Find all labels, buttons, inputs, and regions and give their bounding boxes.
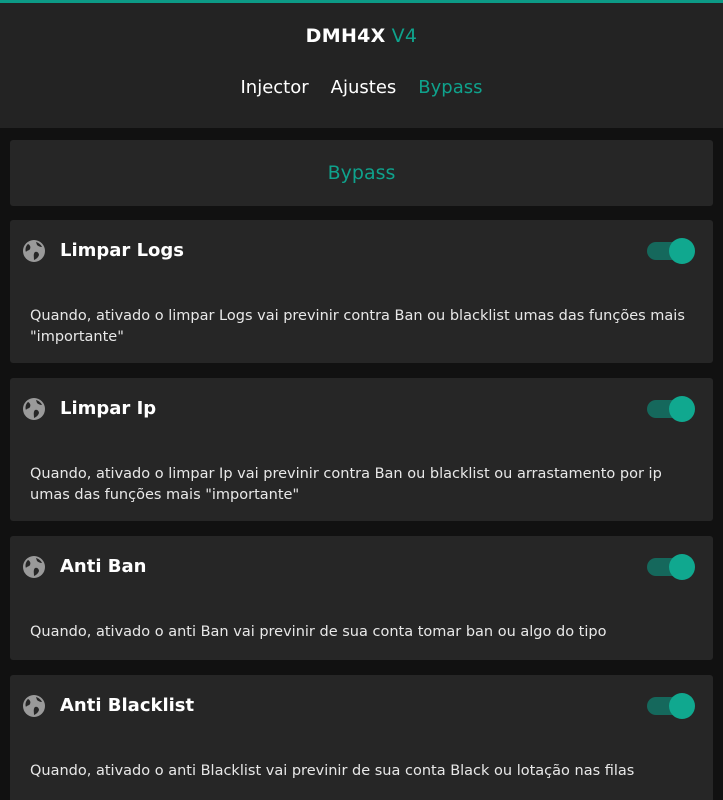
toggle-knob: [669, 396, 695, 422]
toggle-knob: [669, 554, 695, 580]
globe-icon: [23, 695, 45, 717]
toggle-anti-ban[interactable]: [647, 554, 695, 580]
toggle-anti-blacklist[interactable]: [647, 693, 695, 719]
top-bar: DMH4X V4 Injector Ajustes Bypass: [0, 0, 723, 128]
tab-bypass[interactable]: Bypass: [418, 77, 482, 98]
app-title: DMH4X V4: [0, 25, 723, 47]
option-title: Limpar Ip: [60, 398, 157, 419]
tab-bar: Injector Ajustes Bypass: [0, 77, 723, 98]
tab-injector[interactable]: Injector: [240, 77, 308, 98]
toggle-limpar-logs[interactable]: [647, 238, 695, 264]
option-card-limpar-ip: Limpar Ip Quando, ativado o limpar Ip va…: [10, 378, 713, 521]
app-version: V4: [391, 25, 418, 47]
toggle-limpar-ip[interactable]: [647, 396, 695, 422]
option-description: Quando, ativado o limpar Logs vai previn…: [30, 308, 685, 345]
option-description: Quando, ativado o anti Ban vai previnir …: [30, 624, 607, 640]
app-name: DMH4X: [305, 25, 386, 47]
toggle-knob: [669, 238, 695, 264]
option-description: Quando, ativado o anti Blacklist vai pre…: [30, 763, 635, 779]
option-card-anti-ban: Anti Ban Quando, ativado o anti Ban vai …: [10, 536, 713, 660]
option-card-limpar-logs: Limpar Logs Quando, ativado o limpar Log…: [10, 220, 713, 363]
tab-ajustes[interactable]: Ajustes: [331, 77, 397, 98]
globe-icon: [23, 556, 45, 578]
option-card-anti-blacklist: Anti Blacklist Quando, ativado o anti Bl…: [10, 675, 713, 800]
option-title: Limpar Logs: [60, 240, 185, 261]
option-description: Quando, ativado o limpar Ip vai previnir…: [30, 466, 662, 503]
option-title: Anti Ban: [60, 556, 147, 577]
globe-icon: [23, 240, 45, 262]
option-title: Anti Blacklist: [60, 695, 195, 716]
section-title: Bypass: [10, 140, 713, 206]
toggle-knob: [669, 693, 695, 719]
globe-icon: [23, 398, 45, 420]
